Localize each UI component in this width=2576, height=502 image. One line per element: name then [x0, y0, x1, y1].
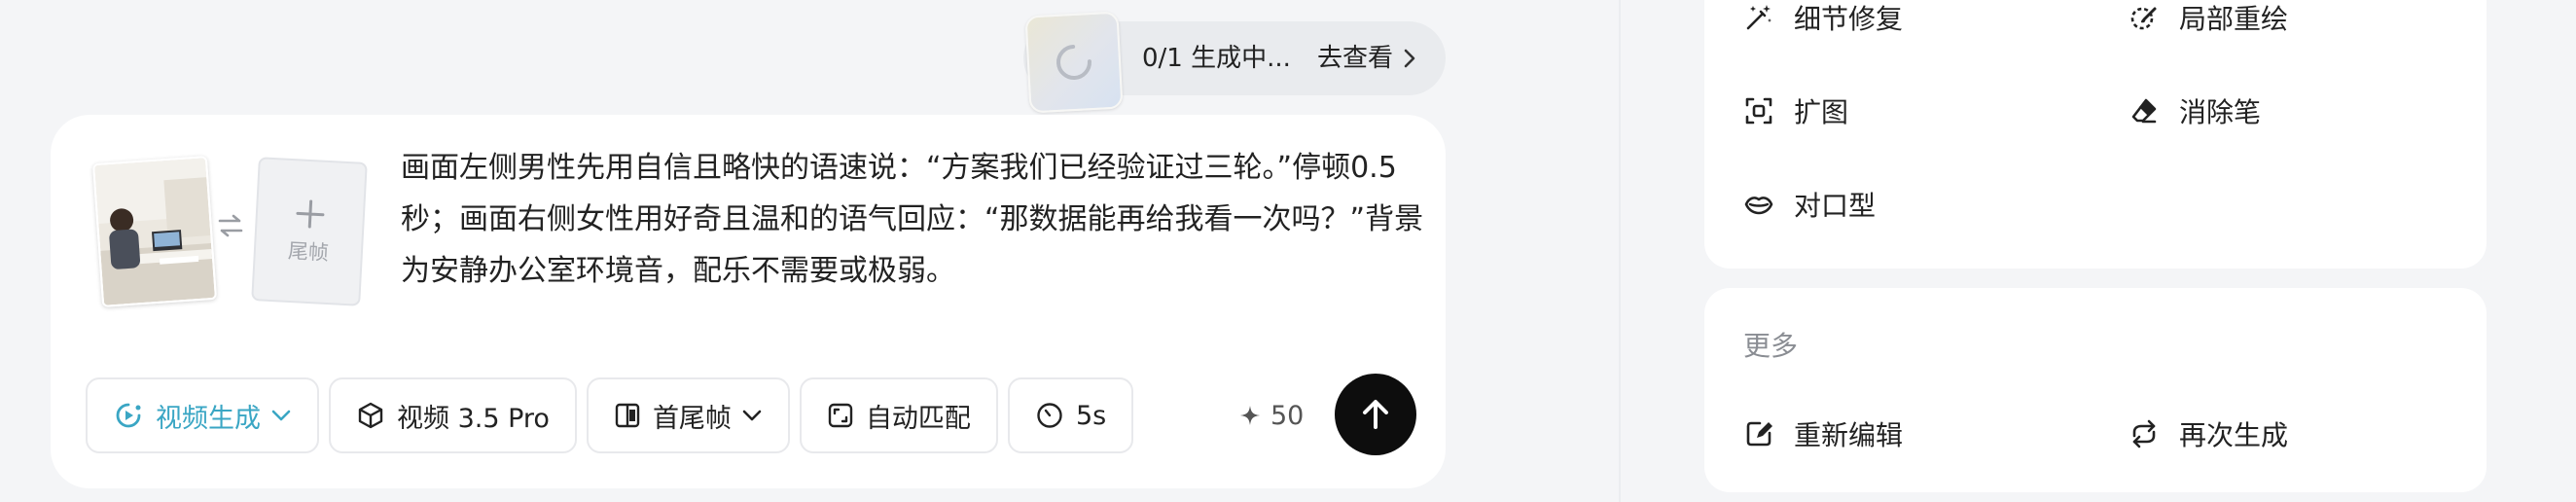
edit-icon	[1746, 421, 1772, 447]
aspect-ratio-label: 自动匹配	[865, 403, 971, 434]
more-section-title: 更多	[1743, 330, 1799, 362]
tool-label: 扩图	[1794, 96, 1849, 128]
action-label: 重新编辑	[1794, 419, 1904, 451]
more-actions-card: 更多 重新编辑 再次生成	[1704, 288, 2487, 492]
prompt-card: 尾帧 画面左侧男性先用自信且略快的语速说：“方案我们已经验证过三轮。”停顿0.5…	[51, 115, 1446, 488]
tool-detail-repair[interactable]: 细节修复	[1743, 0, 1903, 39]
generation-toolbar: 视频生成 视频 3.5 Pro 首尾帧 自动匹配 5s	[86, 376, 1143, 455]
arrow-up-icon	[1363, 400, 1388, 429]
tool-expand[interactable]: 扩图	[1743, 90, 1848, 132]
frames-icon	[615, 403, 640, 428]
right-panel: 细节修复 局部重绘 扩图 消除笔 对口型 更多 重新编辑 再次生成	[1621, 0, 2576, 502]
generating-thumbnail	[1024, 11, 1124, 114]
mode-select[interactable]: 视频生成	[86, 377, 319, 453]
tool-label: 对口型	[1794, 190, 1877, 222]
magic-wand-icon	[1746, 5, 1771, 30]
tool-partial-redraw[interactable]: 局部重绘	[2129, 0, 2288, 39]
tool-label: 局部重绘	[2179, 3, 2289, 35]
tool-lip-sync[interactable]: 对口型	[1743, 183, 1876, 226]
eraser-icon	[2131, 98, 2157, 124]
duration-label: 5s	[1075, 400, 1107, 431]
generation-progress-text: 0/1 生成中...	[1142, 44, 1291, 73]
sparkle-icon	[1240, 406, 1260, 425]
credits-cost: 50	[1239, 376, 1304, 455]
action-label: 再次生成	[2179, 419, 2289, 451]
video-generate-icon	[116, 403, 141, 428]
prompt-input[interactable]: 画面左侧男性先用自信且略快的语速说：“方案我们已经验证过三轮。”停顿0.5秒；画…	[401, 142, 1432, 297]
swap-frames-icon[interactable]	[216, 212, 245, 239]
action-regenerate[interactable]: 再次生成	[2129, 412, 2288, 455]
credits-value: 50	[1270, 400, 1305, 431]
cube-icon	[358, 402, 383, 429]
view-result-link[interactable]: 去查看	[1317, 21, 1416, 95]
duration-select[interactable]: 5s	[1007, 377, 1134, 453]
model-select[interactable]: 视频 3.5 Pro	[329, 377, 577, 453]
aspect-ratio-icon	[828, 403, 853, 428]
tool-label: 消除笔	[2179, 96, 2262, 128]
office-photo-image	[94, 158, 215, 305]
plus-icon	[296, 199, 325, 229]
clock-icon	[1037, 403, 1062, 428]
mode-label: 视频生成	[156, 403, 261, 434]
regenerate-icon	[2132, 419, 2156, 448]
chevron-right-icon	[1404, 49, 1415, 68]
partial-redraw-icon	[2130, 7, 2157, 30]
start-frame-thumbnail[interactable]	[91, 156, 218, 307]
loading-spinner-icon	[1056, 45, 1091, 80]
generation-status-pill: 0/1 生成中... 去查看	[1023, 11, 1446, 114]
tool-label: 细节修复	[1794, 3, 1904, 35]
action-re-edit[interactable]: 重新编辑	[1743, 412, 1903, 455]
frame-mode-select[interactable]: 首尾帧	[586, 377, 790, 453]
send-button[interactable]	[1335, 374, 1416, 455]
chevron-down-icon	[742, 410, 762, 421]
chat-area: 0/1 生成中... 去查看 尾帧 画面左侧男性先用自信且略快的语速说：“方案我…	[0, 0, 1619, 502]
model-label: 视频 3.5 Pro	[397, 403, 550, 434]
frame-mode-label: 首尾帧	[652, 403, 732, 434]
chevron-down-icon	[271, 410, 291, 421]
edit-tools-card: 细节修复 局部重绘 扩图 消除笔 对口型	[1704, 0, 2487, 269]
view-result-label: 去查看	[1317, 44, 1394, 73]
aspect-ratio-select[interactable]: 自动匹配	[799, 377, 998, 453]
end-frame-upload[interactable]: 尾帧	[251, 157, 368, 306]
end-frame-label: 尾帧	[287, 238, 330, 266]
expand-icon	[1745, 97, 1772, 125]
lips-icon	[1744, 197, 1773, 215]
tool-eraser[interactable]: 消除笔	[2129, 90, 2261, 132]
